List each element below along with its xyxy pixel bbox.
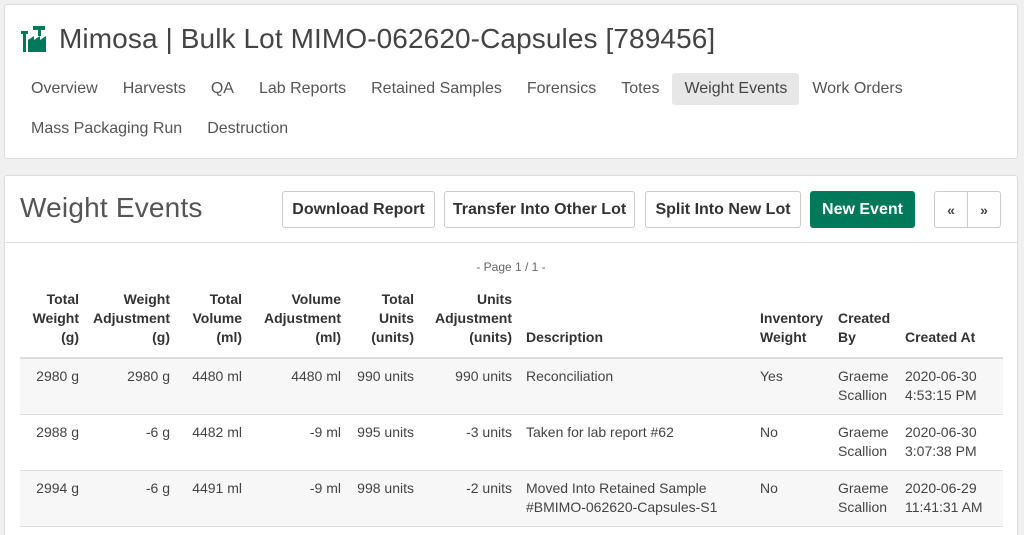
column-header-line: (g)	[152, 329, 170, 345]
section-title: Weight Events	[20, 192, 203, 223]
table-cell: Graeme Scallion	[831, 358, 898, 415]
tab-bar: Overview Harvests QA Lab Reports Retained Sa…	[19, 73, 979, 153]
column-header-line: Weight	[760, 329, 807, 345]
tab-lab-reports[interactable]: Lab Reports	[247, 73, 358, 105]
table-cell: No	[753, 414, 831, 471]
page-title: Mimosa | Bulk Lot MIMO-062620-Capsules […	[59, 23, 716, 54]
tab-work-orders[interactable]: Work Orders	[800, 73, 914, 105]
table-cell: Taken for lab report #62	[519, 414, 753, 471]
download-report-button[interactable]: Download Report	[282, 191, 435, 228]
table-cell: 990 units	[348, 358, 421, 415]
column-header-line: Created	[838, 310, 891, 326]
tab-retained-samples[interactable]: Retained Samples	[359, 73, 514, 105]
column-header-line: (g)	[61, 329, 79, 345]
table-body: 2980 g 2980 g 4480 ml 4480 ml 990 units 990 u…	[20, 358, 1003, 527]
tab-harvests[interactable]: Harvests	[111, 73, 198, 105]
pagination: « »	[934, 191, 1001, 228]
column-header[interactable]: Created By	[831, 290, 898, 359]
column-header-line: Total	[46, 291, 79, 307]
new-event-button[interactable]: New Event	[810, 191, 915, 228]
column-header-line: Adjustment	[264, 310, 341, 326]
tab-qa[interactable]: QA	[199, 73, 246, 105]
column-header[interactable]: Volume Adjustment (ml)	[249, 290, 348, 359]
title-row: Mimosa | Bulk Lot MIMO-062620-Capsules […	[20, 19, 715, 59]
column-header-line: By	[838, 329, 856, 345]
next-page-button[interactable]: »	[967, 192, 1000, 227]
column-header-line: (units)	[469, 329, 512, 345]
column-header-line: Description	[526, 329, 604, 345]
table-cell: Reconciliation	[519, 358, 753, 415]
table-cell: 998 units	[348, 470, 421, 527]
weight-events-table: Total Weight (g) Weight Adjustment (g) Total Vo…	[20, 290, 1003, 527]
column-header-line: Weight	[32, 310, 79, 326]
column-header[interactable]: Inventory Weight	[753, 290, 831, 359]
column-header-line: Created At	[905, 329, 976, 345]
column-header[interactable]: Total Units (units)	[348, 290, 421, 359]
column-header-line: Adjustment	[93, 310, 170, 326]
table-header-row: Total Weight (g) Weight Adjustment (g) Total Vo…	[20, 290, 1003, 359]
table-cell: 2980 g	[86, 358, 177, 415]
column-header[interactable]: Total Weight (g)	[20, 290, 86, 359]
tab-mass-packaging-run[interactable]: Mass Packaging Run	[19, 113, 194, 145]
column-header-line: Units	[379, 310, 414, 326]
table-row[interactable]: 2994 g -6 g 4491 ml -9 ml 998 units -2 units M…	[20, 470, 1003, 527]
table-cell: 2020-06-30 3:07:38 PM	[898, 414, 1003, 471]
column-header-line: Weight	[123, 291, 170, 307]
table-row[interactable]: 2988 g -6 g 4482 ml -9 ml 995 units -3 units T…	[20, 414, 1003, 471]
divider	[5, 242, 1017, 243]
column-header-line: Adjustment	[435, 310, 512, 326]
table-cell: -6 g	[86, 470, 177, 527]
table-cell: Graeme Scallion	[831, 470, 898, 527]
table-cell: -3 units	[421, 414, 519, 471]
table-cell: Moved Into Retained Sample #BMIMO-062620…	[519, 470, 753, 527]
table-cell: Yes	[753, 358, 831, 415]
column-header-line: Units	[477, 291, 512, 307]
lot-header-panel: Mimosa | Bulk Lot MIMO-062620-Capsules […	[4, 4, 1018, 159]
tab-destruction[interactable]: Destruction	[195, 113, 300, 145]
page-info: - Page 1 / 1 -	[476, 260, 546, 274]
weight-events-panel: Weight Events Download Report Transfer I…	[4, 175, 1018, 535]
table-cell: 2980 g	[20, 358, 86, 415]
table-cell: -6 g	[86, 414, 177, 471]
table-cell: -9 ml	[249, 414, 348, 471]
table-cell: 2020-06-30 4:53:15 PM	[898, 358, 1003, 415]
table-cell: 2994 g	[20, 470, 86, 527]
split-into-new-lot-button[interactable]: Split Into New Lot	[645, 191, 801, 228]
table-cell: 4482 ml	[177, 414, 249, 471]
column-header[interactable]: Weight Adjustment (g)	[86, 290, 177, 359]
column-header[interactable]: Created At	[898, 290, 1003, 359]
column-header[interactable]: Description	[519, 290, 753, 359]
transfer-into-other-lot-button[interactable]: Transfer Into Other Lot	[444, 191, 635, 228]
table-cell: 2020-06-29 11:41:31 AM	[898, 470, 1003, 527]
table-cell: 4480 ml	[177, 358, 249, 415]
table-cell: 4480 ml	[249, 358, 348, 415]
tab-forensics[interactable]: Forensics	[515, 73, 608, 105]
column-header-line: Volume	[291, 291, 341, 307]
column-header-line: (units)	[371, 329, 414, 345]
table-cell: -9 ml	[249, 470, 348, 527]
column-header-line: Total	[381, 291, 414, 307]
tab-weight-events[interactable]: Weight Events	[672, 73, 800, 105]
column-header[interactable]: Total Volume (ml)	[177, 290, 249, 359]
previous-page-button[interactable]: «	[935, 192, 967, 227]
tab-totes[interactable]: Totes	[609, 73, 671, 105]
table-cell: 995 units	[348, 414, 421, 471]
column-header-line: Volume	[192, 310, 242, 326]
table-cell: 990 units	[421, 358, 519, 415]
table-cell: -2 units	[421, 470, 519, 527]
table-cell: 4491 ml	[177, 470, 249, 527]
table-cell: 2988 g	[20, 414, 86, 471]
column-header[interactable]: Units Adjustment (units)	[421, 290, 519, 359]
tab-overview[interactable]: Overview	[19, 73, 110, 105]
factory-icon	[21, 26, 46, 52]
table-cell: No	[753, 470, 831, 527]
column-header-line: (ml)	[216, 329, 242, 345]
column-header-line: Inventory	[760, 310, 824, 326]
column-header-line: Total	[209, 291, 242, 307]
table-row[interactable]: 2980 g 2980 g 4480 ml 4480 ml 990 units 990 u…	[20, 358, 1003, 415]
column-header-line: (ml)	[315, 329, 341, 345]
table-cell: Graeme Scallion	[831, 414, 898, 471]
